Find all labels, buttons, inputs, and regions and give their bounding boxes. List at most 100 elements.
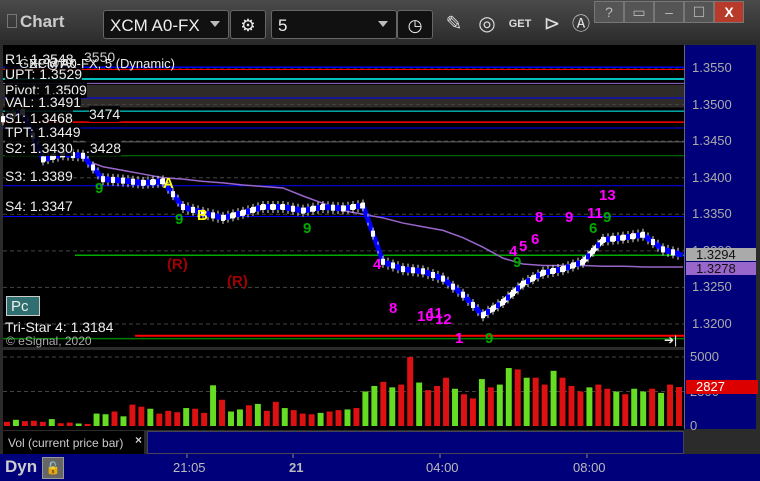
price-tick-label: 1.3200 bbox=[692, 315, 732, 331]
volume-bar bbox=[138, 406, 145, 426]
chart-title: XCM A0-FX, 5 (Dynamic) bbox=[29, 56, 175, 71]
candle bbox=[616, 235, 620, 242]
candle bbox=[676, 250, 680, 257]
candle bbox=[396, 264, 400, 271]
candle bbox=[406, 266, 410, 273]
candle bbox=[566, 264, 570, 271]
candle bbox=[361, 202, 365, 209]
candle bbox=[631, 233, 635, 240]
volume-bar bbox=[254, 403, 261, 426]
volume-bar bbox=[550, 370, 557, 426]
volume-bar bbox=[272, 401, 279, 426]
level-label: VAL: 1.3491 bbox=[5, 94, 82, 110]
volume-bar bbox=[658, 392, 665, 426]
candle bbox=[346, 204, 350, 211]
candle bbox=[191, 206, 195, 213]
candle bbox=[521, 280, 525, 287]
volume-bar bbox=[156, 413, 163, 426]
volume-bar bbox=[111, 411, 118, 426]
volume-bar bbox=[613, 391, 620, 426]
candle bbox=[451, 283, 455, 290]
signal-annotation: 6 bbox=[589, 219, 598, 237]
volume-tick-label: 5000 bbox=[690, 349, 719, 364]
volume-bar bbox=[201, 412, 208, 426]
volume-last-tag: 2827 bbox=[686, 379, 758, 394]
candle bbox=[426, 270, 430, 277]
candle bbox=[516, 285, 520, 292]
signal-annotation: 9 bbox=[513, 254, 522, 272]
candle bbox=[356, 203, 360, 210]
candle bbox=[461, 291, 465, 298]
signal-annotation: 5 bbox=[519, 238, 528, 256]
volume-bar bbox=[263, 410, 270, 426]
volume-bar bbox=[362, 391, 369, 426]
volume-bar bbox=[443, 377, 450, 426]
candle bbox=[221, 214, 225, 221]
volume-bar bbox=[416, 382, 423, 426]
volume-bar bbox=[469, 398, 476, 426]
candle bbox=[231, 212, 235, 219]
candle bbox=[576, 260, 580, 267]
candle bbox=[296, 206, 300, 213]
volume-bar bbox=[389, 387, 396, 426]
volume-bar bbox=[586, 387, 593, 426]
volume-bar bbox=[487, 387, 494, 426]
candle bbox=[261, 203, 265, 210]
candle bbox=[291, 205, 295, 212]
volume-bar bbox=[532, 377, 539, 426]
candle bbox=[496, 302, 500, 309]
volume-bar bbox=[174, 412, 181, 426]
candle bbox=[386, 260, 390, 267]
level-label: S4: 1.3347 bbox=[5, 198, 73, 214]
candle bbox=[561, 266, 565, 273]
pc-button[interactable]: Pc bbox=[6, 296, 40, 316]
scroll-to-end-icon[interactable]: ➔| bbox=[664, 332, 677, 348]
candle bbox=[421, 268, 425, 275]
volume-bar bbox=[183, 408, 190, 426]
candle bbox=[326, 204, 330, 211]
candle bbox=[271, 203, 275, 210]
volume-bar bbox=[299, 413, 306, 426]
candle bbox=[286, 204, 290, 211]
candle bbox=[606, 236, 610, 243]
candle bbox=[321, 203, 325, 210]
volume-bar bbox=[84, 423, 91, 426]
candle bbox=[276, 203, 280, 210]
volume-bar bbox=[631, 388, 638, 426]
candle bbox=[601, 236, 605, 243]
volume-bar bbox=[39, 421, 46, 426]
volume-bar bbox=[559, 377, 566, 426]
value-area-band bbox=[3, 84, 684, 108]
signal-annotation: 13 bbox=[599, 186, 616, 204]
time-tick-label: 21 bbox=[289, 460, 304, 475]
signal-annotation: 1 bbox=[455, 329, 464, 347]
time-tick-label: 04:00 bbox=[426, 460, 459, 475]
candle bbox=[441, 275, 445, 282]
level-label: TPT: 1.3449 bbox=[5, 124, 81, 140]
volume-bar bbox=[649, 388, 656, 426]
candle bbox=[641, 231, 645, 238]
volume-bar bbox=[93, 413, 100, 426]
volume-bar bbox=[75, 423, 82, 426]
volume-bar bbox=[120, 416, 127, 426]
volume-bar bbox=[434, 385, 441, 426]
candle bbox=[86, 158, 90, 165]
candle bbox=[156, 178, 160, 185]
candle bbox=[656, 242, 660, 249]
signal-annotation: 9 bbox=[303, 219, 312, 237]
candle bbox=[186, 205, 190, 212]
signal-annotation: 4 bbox=[373, 256, 382, 274]
candle bbox=[506, 294, 510, 301]
candle bbox=[476, 307, 480, 314]
candle bbox=[541, 269, 545, 276]
candle bbox=[536, 272, 540, 279]
candle bbox=[531, 275, 535, 282]
candle bbox=[111, 176, 115, 183]
candle bbox=[301, 207, 305, 214]
volume-bar bbox=[568, 385, 575, 426]
candle bbox=[336, 205, 340, 212]
signal-annotation: 9 bbox=[603, 208, 612, 226]
candle bbox=[91, 164, 95, 171]
volume-bar bbox=[129, 404, 136, 426]
candle bbox=[171, 191, 175, 198]
